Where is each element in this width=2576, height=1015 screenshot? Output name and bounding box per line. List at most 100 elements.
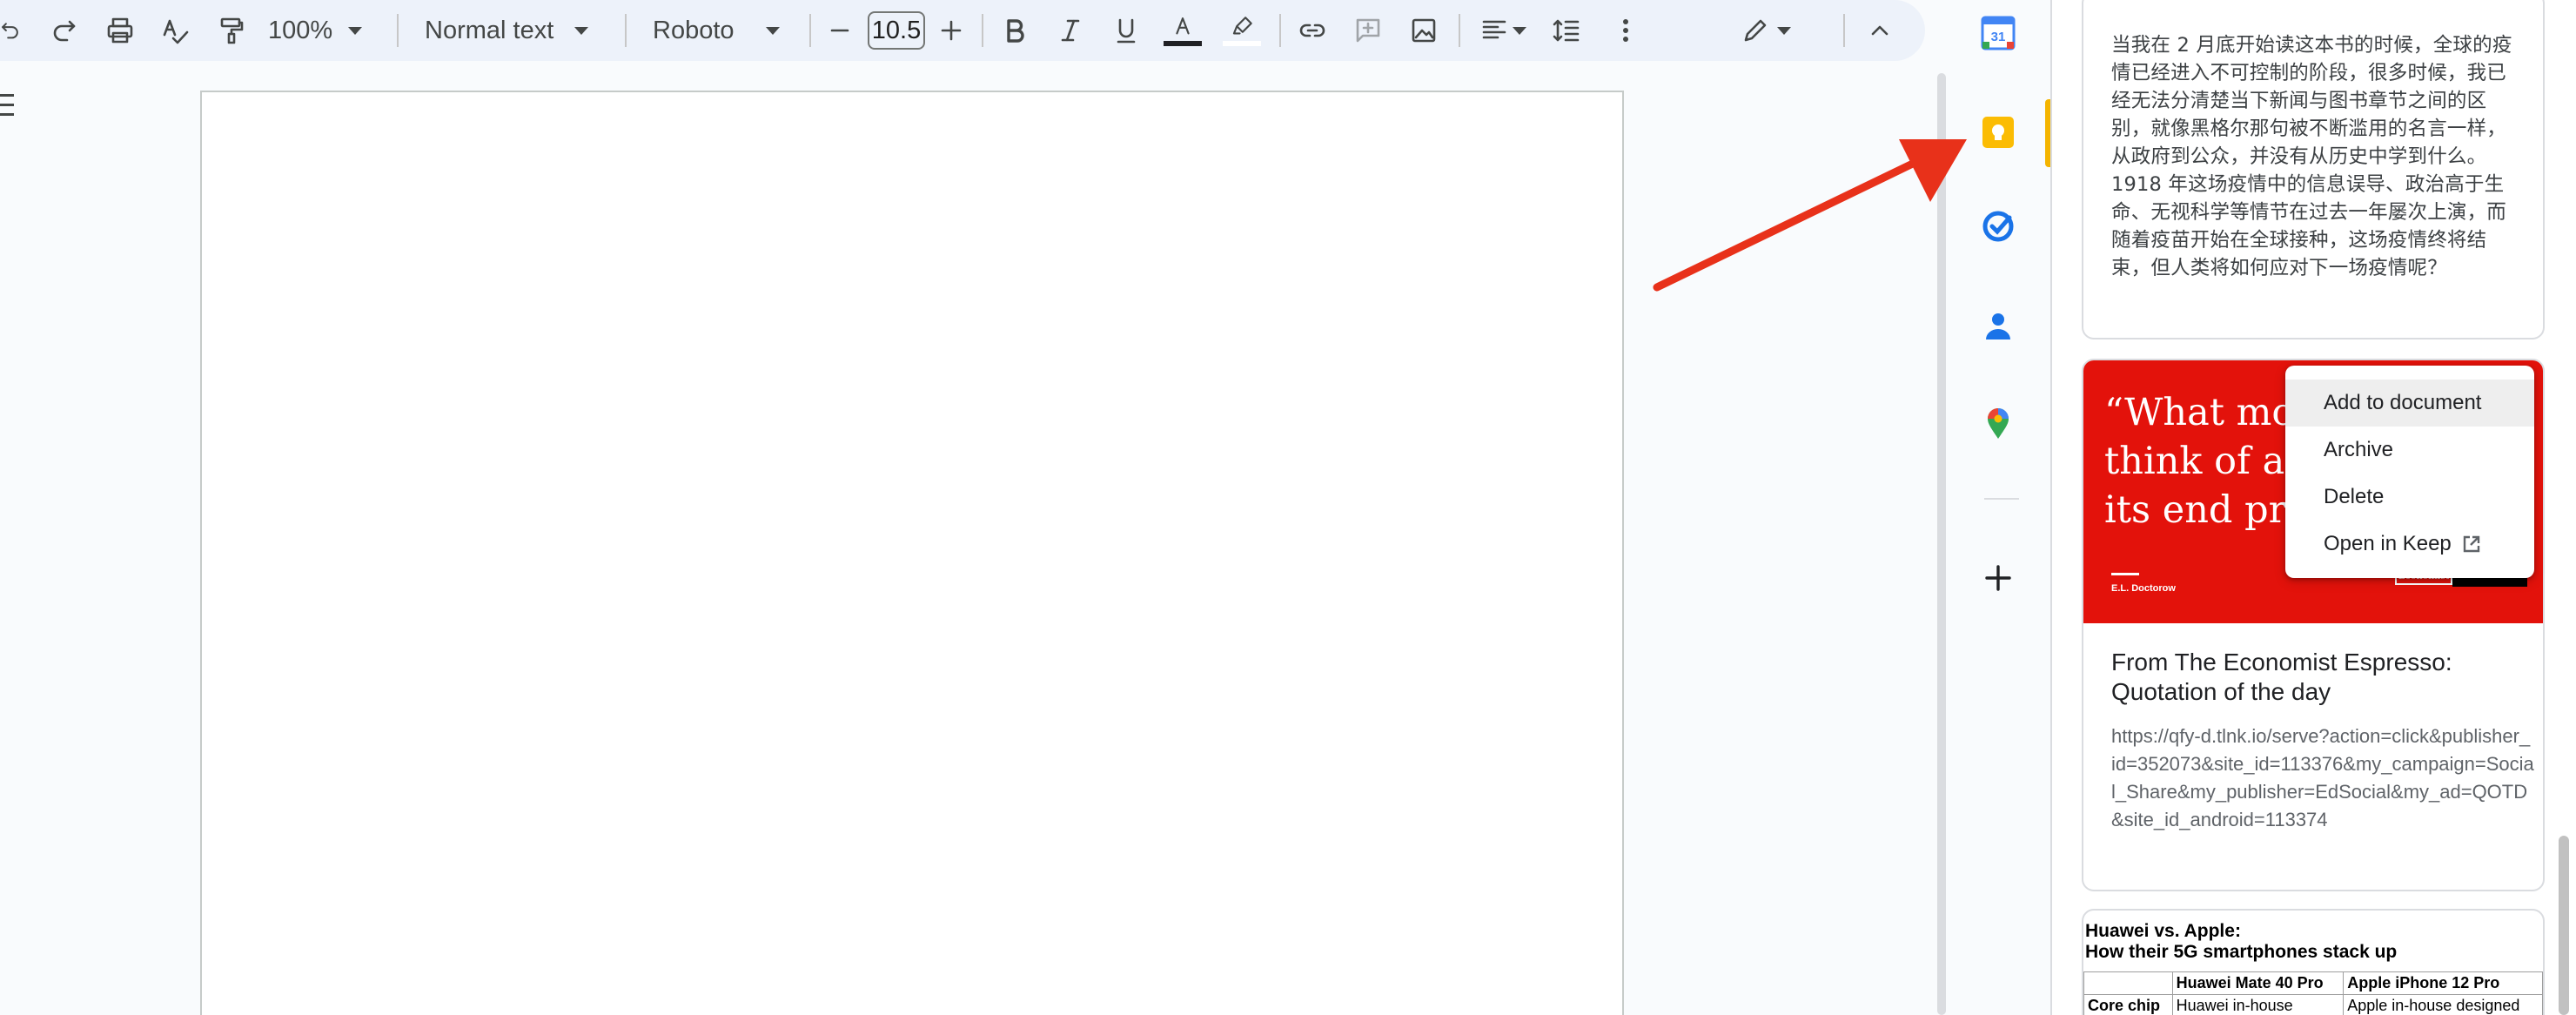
note-body: 当我在 2 月底开始读这本书的时候，全球的疫情已经进入不可控制的阶段，很多时候，… — [2111, 34, 2512, 279]
style-select[interactable]: Normal text — [425, 0, 607, 61]
menu-item-label: Open in Keep — [2324, 532, 2452, 555]
table-header-cell: Huawei Mate 40 Pro — [2171, 971, 2345, 995]
chevron-down-icon — [1777, 26, 1791, 35]
text-color-button[interactable] — [1163, 0, 1203, 61]
tasks-app-button[interactable] — [1979, 207, 2017, 245]
spellcheck-button[interactable] — [157, 0, 195, 61]
image-icon — [1412, 18, 1436, 43]
menu-item-open-in-keep[interactable]: Open in Keep — [2285, 521, 2534, 568]
more-options-button[interactable] — [1607, 0, 1645, 61]
image-author: E.L. Doctorow — [2111, 583, 2176, 594]
italic-icon — [1061, 19, 1080, 42]
redo-button[interactable] — [47, 0, 82, 61]
collapse-icon — [1871, 25, 1888, 36]
highlight-button[interactable] — [1222, 0, 1262, 61]
undo-button[interactable] — [0, 0, 23, 61]
align-select[interactable] — [1472, 0, 1533, 61]
style-value: Normal text — [425, 16, 554, 44]
keep-icon — [1982, 117, 2014, 148]
menu-item-delete[interactable]: Delete — [2285, 474, 2534, 521]
font-value: Roboto — [653, 16, 735, 44]
zoom-value: 100% — [268, 16, 333, 44]
increase-font-button[interactable] — [935, 0, 968, 61]
maps-icon — [1988, 408, 2009, 439]
italic-button[interactable] — [1055, 0, 1086, 61]
font-select[interactable]: Roboto — [653, 0, 792, 61]
more-icon — [1623, 19, 1628, 42]
toolbar-divider — [625, 14, 627, 47]
font-size-input[interactable]: 10.5 — [868, 11, 925, 50]
toolbar-divider — [1843, 14, 1845, 47]
chevron-down-icon — [1513, 26, 1526, 35]
note-context-menu: Add to document Archive Delete Open in K… — [2285, 366, 2534, 578]
table-row: Core chip Huawei in-house Apple in-house… — [2083, 994, 2543, 1015]
print-icon — [107, 17, 133, 44]
keep-note[interactable]: Huawei vs. Apple: How their 5G smartphon… — [2082, 909, 2545, 1015]
bold-icon — [1007, 19, 1024, 43]
note-image-title: Huawei vs. Apple: How their 5G smartphon… — [2085, 921, 2398, 962]
print-button[interactable] — [101, 0, 139, 61]
undo-icon — [2, 23, 18, 39]
menu-item-label: Delete — [2324, 485, 2385, 508]
toolbar-divider — [1279, 14, 1281, 47]
annotation-arrow — [1653, 139, 1967, 292]
contacts-icon — [1986, 313, 2010, 339]
calendar-icon: 31 — [1981, 16, 2016, 50]
decrease-font-icon — [830, 29, 849, 32]
insert-image-button[interactable] — [1405, 0, 1443, 61]
table-header-row: Huawei Mate 40 Pro Apple iPhone 12 Pro — [2083, 971, 2543, 995]
toolbar-divider — [397, 14, 399, 47]
text-color-swatch — [1164, 41, 1202, 46]
keep-panel-scrollbar[interactable] — [2559, 836, 2569, 1015]
link-button[interactable] — [1293, 0, 1332, 61]
underline-button[interactable] — [1110, 0, 1142, 61]
menu-item-label: Add to document — [2324, 391, 2482, 414]
decrease-font-button[interactable] — [825, 0, 855, 61]
menu-item-add-to-document[interactable]: Add to document — [2285, 380, 2534, 427]
toolbar-divider — [982, 14, 983, 47]
toolbar-divider — [809, 14, 811, 47]
collapse-menus-button[interactable] — [1861, 0, 1899, 61]
paint-format-icon — [220, 17, 244, 44]
document-page[interactable] — [200, 91, 1624, 1015]
maps-app-button[interactable] — [1979, 404, 2017, 442]
table-header-cell: Apple iPhone 12 Pro — [2343, 971, 2543, 995]
chevron-down-icon — [574, 26, 589, 35]
menu-item-archive[interactable]: Archive — [2285, 427, 2534, 474]
keep-note[interactable]: 当我在 2 月底开始读这本书的时候，全球的疫情已经进入不可控制的阶段，很多时候，… — [2082, 0, 2545, 339]
note-title: From The Economist Espresso: Quotation o… — [2111, 649, 2452, 705]
table-header-cell — [2083, 971, 2173, 995]
toolbar-divider — [1459, 14, 1460, 47]
comment-icon — [1356, 18, 1380, 43]
zoom-select[interactable]: 100% — [268, 0, 364, 61]
docs-toolbar: 100% Normal text Roboto 10.5 — [0, 0, 1925, 61]
highlight-icon — [1232, 17, 1252, 35]
calendar-app-button[interactable]: 31 — [1979, 14, 2017, 52]
insert-comment-button[interactable] — [1349, 0, 1387, 61]
calendar-day: 31 — [1991, 30, 2006, 44]
contacts-app-button[interactable] — [1979, 306, 2017, 345]
spellcheck-icon — [163, 19, 189, 44]
table-cell: Apple in-house designed — [2343, 994, 2543, 1015]
editing-mode-select[interactable] — [1735, 0, 1796, 61]
editing-mode-icon — [1744, 19, 1767, 42]
menu-item-label: Archive — [2324, 438, 2394, 461]
chevron-down-icon — [765, 26, 780, 35]
tasks-icon — [1982, 211, 2014, 242]
comparison-table: Huawei Mate 40 Pro Apple iPhone 12 Pro C… — [2083, 971, 2543, 1015]
table-cell: Core chip — [2083, 994, 2173, 1015]
redo-icon — [53, 20, 76, 42]
get-add-ons-button[interactable] — [1979, 559, 2017, 597]
underline-icon — [1117, 18, 1136, 44]
document-outline-icon[interactable] — [0, 94, 14, 120]
line-spacing-icon — [1553, 19, 1580, 42]
chevron-down-icon — [348, 26, 363, 35]
bold-button[interactable] — [999, 0, 1030, 61]
note-body: https://qfy-d.tlnk.io/serve?action=click… — [2111, 725, 2534, 830]
line-spacing-button[interactable] — [1547, 0, 1586, 61]
highlight-swatch — [1223, 41, 1261, 46]
open-external-icon — [2463, 535, 2479, 553]
paint-format-button[interactable] — [212, 0, 251, 61]
keep-app-button[interactable] — [1979, 113, 2017, 151]
image-dash — [2111, 573, 2139, 575]
